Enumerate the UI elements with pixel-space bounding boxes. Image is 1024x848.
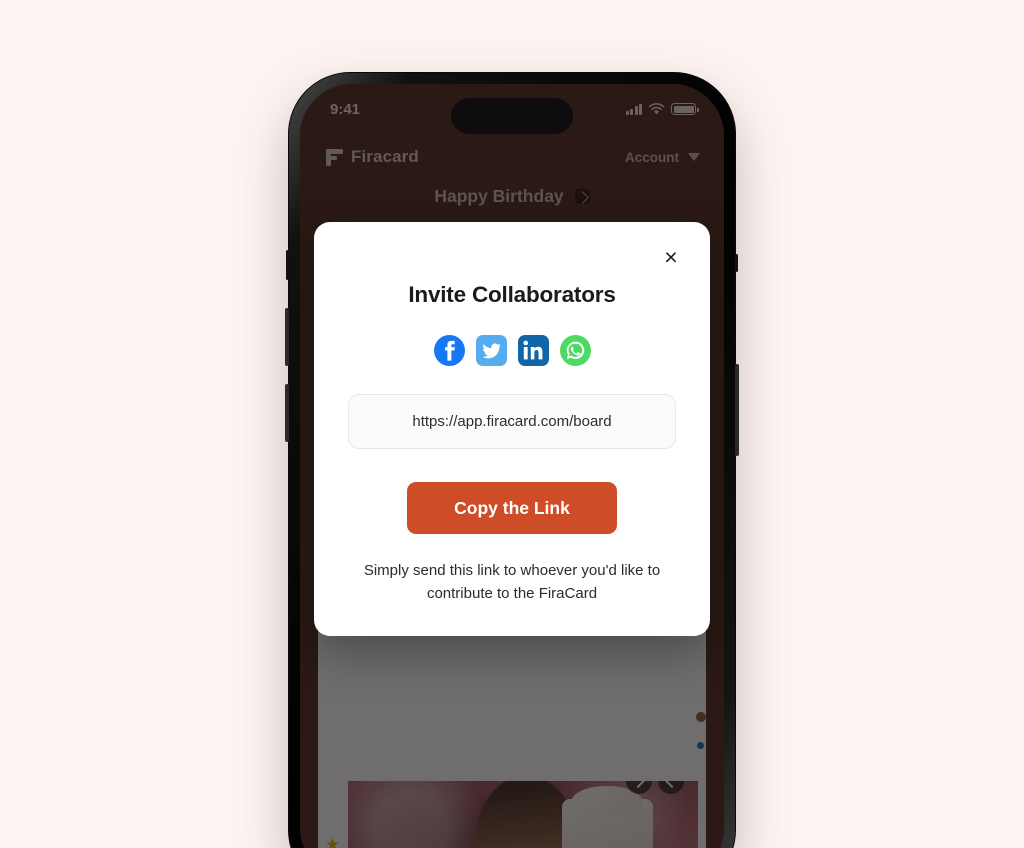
phone-mockup: 9:41 (285, 72, 739, 848)
silent-switch-button[interactable] (286, 250, 289, 280)
phone-screen: 9:41 (300, 84, 724, 848)
social-share-row (348, 335, 676, 366)
power-button[interactable] (735, 364, 739, 456)
modal-title: Invite Collaborators (408, 282, 616, 307)
linkedin-icon[interactable] (517, 335, 549, 366)
share-link-input[interactable] (349, 413, 675, 430)
twitter-icon[interactable] (475, 335, 507, 366)
invite-collaborators-modal: × Invite Collaborators https://app.firac… (314, 222, 710, 636)
volume-down-button[interactable] (285, 384, 289, 442)
microphone-port (735, 254, 738, 272)
modal-help-text: Simply send this link to whoever you'd l… (363, 562, 661, 602)
facebook-icon[interactable] (433, 335, 465, 366)
whatsapp-icon[interactable] (559, 335, 591, 366)
page-root: 9:41 (0, 0, 1024, 848)
close-x-icon[interactable]: × (658, 244, 684, 270)
volume-up-button[interactable] (285, 308, 289, 366)
copy-the-link-button[interactable]: Copy the Link (407, 482, 617, 534)
share-link-field[interactable] (348, 394, 676, 449)
